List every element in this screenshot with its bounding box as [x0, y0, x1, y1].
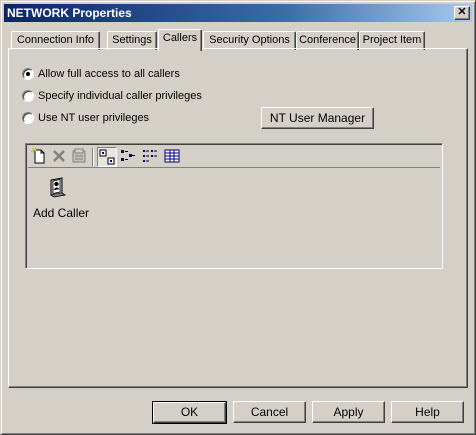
list-view-icon[interactable] — [141, 147, 161, 167]
small-icons-view-icon[interactable] — [119, 147, 139, 167]
apply-button[interactable]: Apply — [312, 401, 385, 423]
add-caller-icon[interactable] — [46, 175, 70, 199]
callers-list-view: Add Caller — [25, 143, 443, 269]
tab-label: Settings — [112, 34, 152, 46]
new-item-icon[interactable] — [30, 147, 50, 167]
callers-list: Add Caller — [28, 169, 440, 266]
delete-icon[interactable] — [50, 147, 70, 167]
tab-callers[interactable]: Callers — [158, 29, 202, 51]
radio-label: Use NT user privileges — [38, 112, 150, 124]
radio-label: Allow full access to all callers — [38, 68, 180, 80]
window-title: NETWORK Properties — [7, 6, 132, 20]
nt-user-manager-button[interactable]: NT User Manager — [261, 107, 374, 129]
tab-label: Project Item — [362, 34, 422, 46]
radio-button[interactable] — [22, 112, 34, 124]
list-item-label: Add Caller — [33, 206, 90, 220]
large-icons-view-icon[interactable] — [97, 147, 117, 167]
tab-label: Callers — [162, 32, 198, 44]
help-button[interactable]: Help — [391, 401, 464, 423]
tab-label: Connection Info — [16, 34, 95, 46]
close-icon: ✕ — [457, 6, 467, 18]
cancel-button[interactable]: Cancel — [233, 401, 306, 423]
tab-label: Conference — [299, 34, 356, 46]
close-button[interactable]: ✕ — [454, 6, 470, 20]
tab-label: Security Options — [209, 34, 290, 46]
radio-button[interactable] — [22, 90, 34, 102]
ok-button[interactable]: OK — [152, 401, 227, 424]
radio-label: Specify individual caller privileges — [38, 90, 202, 102]
radio-button[interactable] — [22, 68, 34, 80]
details-view-icon[interactable] — [163, 147, 183, 167]
properties-icon[interactable] — [70, 147, 90, 167]
toolbar-separator — [92, 148, 94, 166]
list-toolbar — [28, 146, 440, 168]
title-bar: NETWORK Properties ✕ — [4, 4, 472, 22]
